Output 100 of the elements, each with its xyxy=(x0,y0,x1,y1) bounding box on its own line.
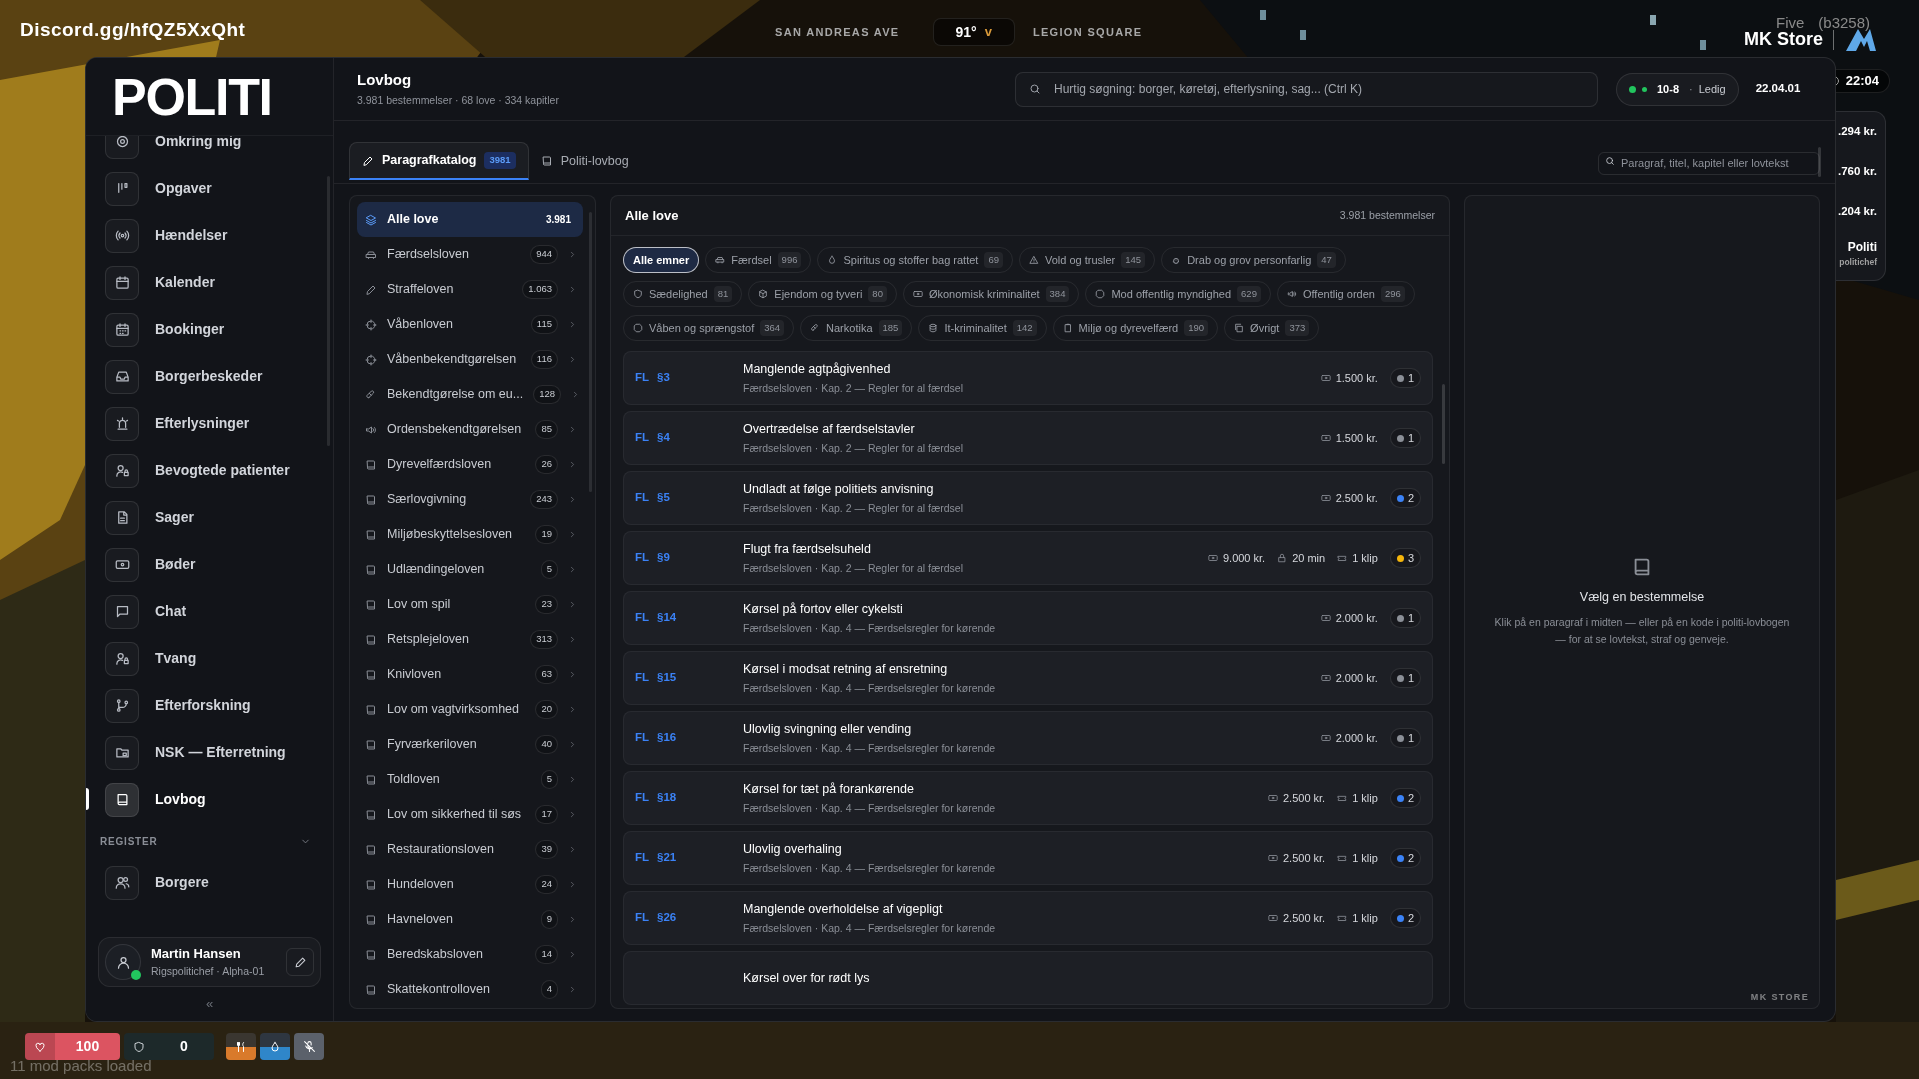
law-count: 17 xyxy=(535,805,558,824)
book-icon xyxy=(540,155,553,167)
provision-chapter: Færdselsloven · Kap. 2 — Regler for al færdsel xyxy=(743,500,964,516)
nav-item[interactable]: Borgere xyxy=(86,859,333,906)
law-count: 39 xyxy=(535,840,558,859)
provision-chapter: Færdselsloven · Kap. 2 — Regler for al færdsel xyxy=(743,440,964,456)
book-icon xyxy=(365,458,377,471)
book-icon xyxy=(365,913,377,926)
provision-row[interactable]: FL §18 Kørsel for tæt på forankørende Færdselsloven · Kap. 4 — Færdselsregler for kørende 2.500 kr. 1 klip 2 xyxy=(623,771,1433,825)
law-item[interactable]: Lov om vagtvirksomhed 20 xyxy=(357,692,583,727)
law-item[interactable]: Færdselsloven 944 xyxy=(357,237,583,272)
nav-item[interactable]: Sager xyxy=(86,494,333,541)
scrollbar[interactable] xyxy=(1818,147,1821,177)
nav-item[interactable]: Bookinger xyxy=(86,306,333,353)
amount-text: .294 kr. xyxy=(1838,124,1877,140)
law-item[interactable]: Fyrværkeriloven 40 xyxy=(357,727,583,762)
provision-row[interactable]: FL §5 Undladt at følge politiets anvisning Færdselsloven · Kap. 2 — Regler for al færdsel 2.500 kr. 2 xyxy=(623,471,1433,525)
book-icon xyxy=(365,948,377,961)
law-item[interactable]: Ordensbekendtgørelsen 85 xyxy=(357,412,583,447)
provision-row[interactable]: FL §3 Manglende agtpågivenhed Færdselsloven · Kap. 2 — Regler for al færdsel 1.500 kr. 1 xyxy=(623,351,1433,405)
edit-button[interactable] xyxy=(286,948,314,976)
megaphone-icon xyxy=(365,423,377,436)
law-item[interactable]: Beredskabsloven 14 xyxy=(357,937,583,972)
provision-row[interactable]: FL §16 Ulovlig svingning eller vending Færdselsloven · Kap. 4 — Færdselsregler for kørende 2.000 kr. 1 xyxy=(623,711,1433,765)
copy-icon xyxy=(1234,323,1245,333)
chevron-icon xyxy=(568,530,577,539)
provision-title: Flugt fra færdselsuheld xyxy=(743,540,872,558)
nav-item[interactable]: Omkring mig xyxy=(86,136,333,165)
tab[interactable]: Paragrafkatalog 3981 xyxy=(349,142,529,180)
banknote-icon xyxy=(912,289,923,299)
provision-row[interactable]: FL §9 Flugt fra færdselsuheld Færdselsloven · Kap. 2 — Regler for al færdsel 9.000 kr. 20 min 1 klip 3 xyxy=(623,531,1433,585)
severity-badge: 1 xyxy=(1389,728,1421,748)
nav-item[interactable]: Bevogtede patienter xyxy=(86,447,333,494)
fine-text: 2.000 kr. xyxy=(1335,610,1378,626)
provision-row[interactable]: FL §26 Manglende overholdelse af vigepligt Færdselsloven · Kap. 4 — Færdselsregler for kørende 2.500 kr. 1 klip 2 xyxy=(623,891,1433,945)
law-item[interactable]: Knivloven 63 xyxy=(357,657,583,692)
law-item[interactable]: Lov om spil 23 xyxy=(357,587,583,622)
scrollbar[interactable] xyxy=(1442,384,1445,464)
nav-item[interactable]: Kalender xyxy=(86,259,333,306)
provision-row[interactable]: FL §21 Ulovlig overhaling Færdselsloven · Kap. 4 — Færdselsregler for kørende 2.500 kr. 1 klip 2 xyxy=(623,831,1433,885)
law-item[interactable]: Havneloven 9 xyxy=(357,902,583,937)
octagon-icon xyxy=(1095,289,1106,299)
section-code: §15 xyxy=(657,670,677,686)
law-item[interactable]: Særlovgivning 243 xyxy=(357,482,583,517)
law-item[interactable]: Dyrevelfærdsloven 26 xyxy=(357,447,583,482)
law-item[interactable]: Skattekontrolloven 4 xyxy=(357,972,583,1007)
law-item[interactable]: Retsplejeloven 313 xyxy=(357,622,583,657)
law-count: 63 xyxy=(535,665,558,684)
nav-item[interactable]: Hændelser xyxy=(86,212,333,259)
provision-row[interactable]: FL §15 Kørsel i modsat retning af ensretning Færdselsloven · Kap. 4 — Færdselsregler for kørende 2.000 kr. 1 xyxy=(623,651,1433,705)
law-item[interactable]: Miljøbeskyttelsesloven 19 xyxy=(357,517,583,552)
zone-label: LEGION SQUARE xyxy=(1032,24,1143,40)
provision-row[interactable]: FL §4 Overtrædelse af færdselstavler Færdselsloven · Kap. 2 — Regler for al færdsel 1.500 kr. 1 xyxy=(623,411,1433,465)
nav-item[interactable]: Lovbog xyxy=(86,776,333,823)
law-count: 3.981 xyxy=(545,213,572,227)
law-item[interactable]: Hundeloven 24 xyxy=(357,867,583,902)
clip-text: 1 klip xyxy=(1352,850,1378,866)
book-icon xyxy=(365,843,377,856)
chevron-icon xyxy=(568,565,577,574)
ticket-icon xyxy=(1337,553,1348,563)
severity-badge: 2 xyxy=(1389,848,1421,868)
severity-badge: 3 xyxy=(1389,548,1421,568)
nav-item[interactable]: Borgerbeskeder xyxy=(86,353,333,400)
collapse-button[interactable]: « xyxy=(205,994,214,1014)
law-item[interactable]: Bekendtgørelse om eu... 128 xyxy=(357,377,583,412)
tab[interactable]: Politi-lovbog xyxy=(528,142,641,180)
client-name: Five xyxy=(1776,13,1805,32)
provision-row[interactable]: Kørsel over for rødt lys xyxy=(623,951,1433,1005)
nav-item[interactable]: Efterlysninger xyxy=(86,400,333,447)
nav-item[interactable]: Opgaver xyxy=(86,165,333,212)
ticket-icon xyxy=(1337,793,1348,803)
topic-chip[interactable]: Alle emner xyxy=(623,247,700,273)
law-item[interactable]: Våbenbekendtgørelsen 116 xyxy=(357,342,583,377)
law-item[interactable]: Toldloven 5 xyxy=(357,762,583,797)
book-icon xyxy=(365,773,377,786)
law-count: 243 xyxy=(530,490,558,509)
law-item[interactable]: Lov om sikkerhed til søs 17 xyxy=(357,797,583,832)
drop-icon xyxy=(827,255,838,265)
chevron-icon xyxy=(568,320,577,329)
section-code: §9 xyxy=(657,550,670,566)
severity-badge: 2 xyxy=(1389,488,1421,508)
nav-item[interactable]: Tvang xyxy=(86,635,333,682)
law-item[interactable]: Alle love 3.981 xyxy=(357,202,583,237)
law-count: 1.063 xyxy=(522,280,558,299)
drop-icon xyxy=(269,1040,281,1053)
law-item[interactable]: Straffeloven 1.063 xyxy=(357,272,583,307)
nav-item[interactable]: Chat xyxy=(86,588,333,635)
provision-row[interactable]: FL §14 Kørsel på fortov eller cykelsti Færdselsloven · Kap. 4 — Færdselsregler for kørende 2.000 kr. 1 xyxy=(623,591,1433,645)
nav-item[interactable]: Bøder xyxy=(86,541,333,588)
status-pill[interactable]: 10-8 · Ledig xyxy=(1616,72,1739,106)
nav-item[interactable]: Efterforskning xyxy=(86,682,333,729)
law-item[interactable]: Udlændingeloven 5 xyxy=(357,552,583,587)
law-item[interactable]: Våbenloven 115 xyxy=(357,307,583,342)
law-item[interactable]: Restaurationsloven 39 xyxy=(357,832,583,867)
provision-chapter: Færdselsloven · Kap. 4 — Færdselsregler for kørende xyxy=(743,860,997,876)
nav-item[interactable]: NSK — Efterretning xyxy=(86,729,333,776)
law-code: FL xyxy=(635,730,650,746)
law-code: FL xyxy=(635,610,650,626)
calendar-icon xyxy=(114,322,130,337)
book-icon xyxy=(365,878,377,891)
